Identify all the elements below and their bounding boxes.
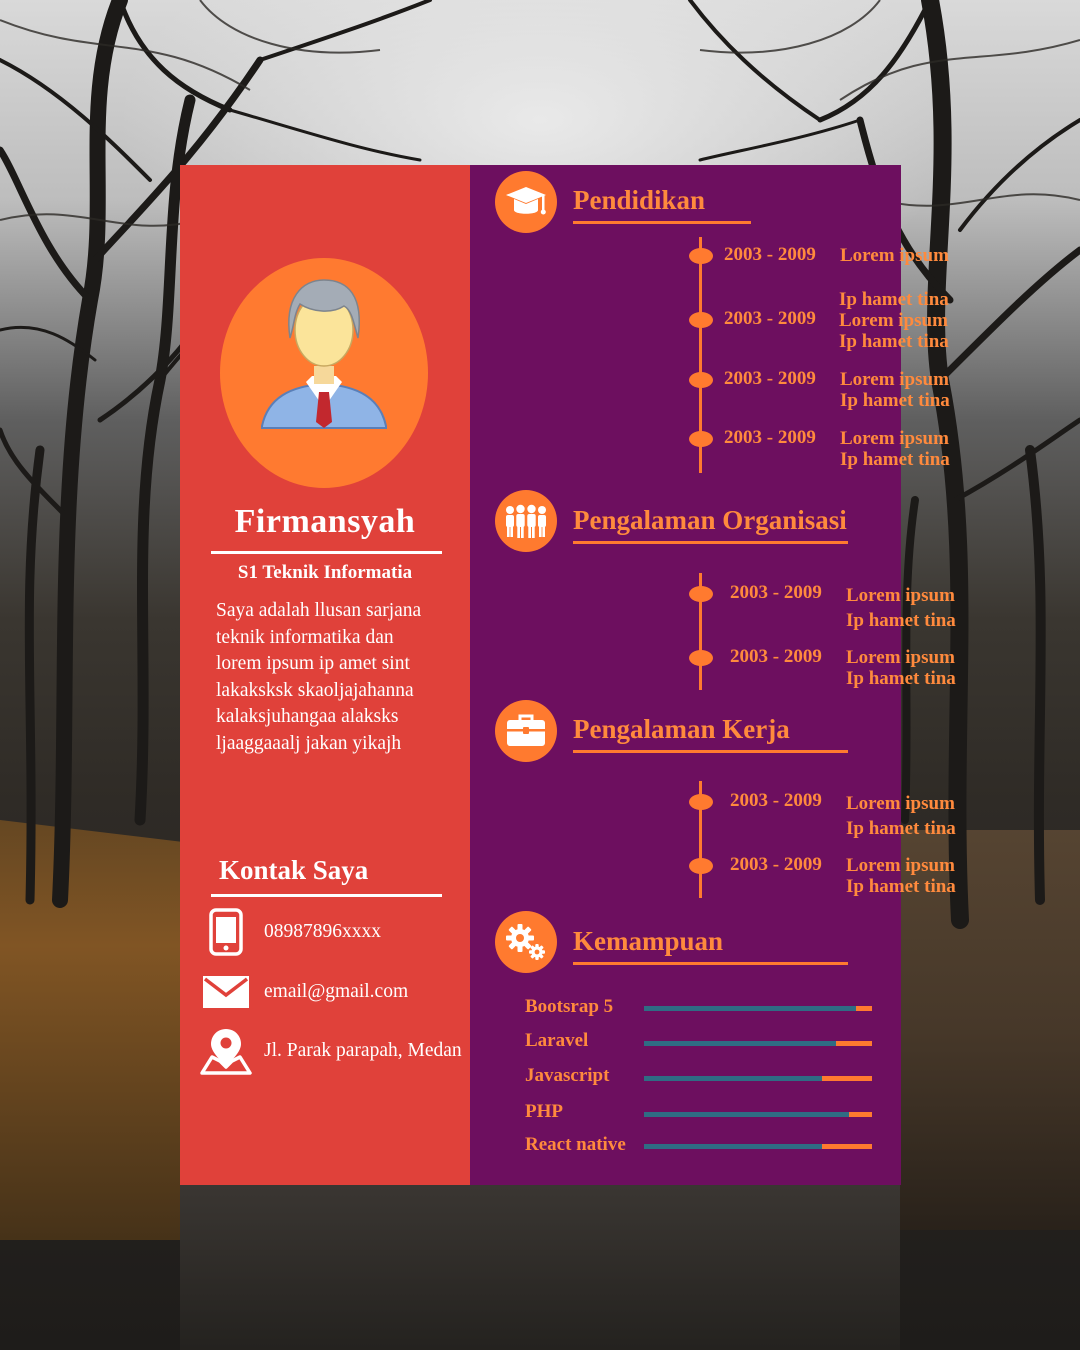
education-dot bbox=[689, 372, 713, 388]
education-dot bbox=[689, 431, 713, 447]
right-panel: Pendidikan 2003 - 2009 Lorem ipsum 2003 … bbox=[470, 165, 956, 1185]
organization-desc-line: Lorem ipsum bbox=[846, 647, 955, 668]
skill-label: PHP bbox=[525, 1101, 563, 1122]
organization-desc: Lorem ipsum Ip hamet tina bbox=[846, 647, 956, 689]
skill-bar-fill bbox=[644, 1006, 857, 1011]
skills-title: Kemampuan bbox=[573, 926, 724, 956]
organization-desc-line: Lorem ipsum bbox=[846, 585, 955, 606]
contact-phone: 08987896xxxx bbox=[200, 906, 381, 958]
education-desc-line: Lorem ipsum bbox=[839, 310, 948, 331]
contact-address: Jl. Parak parapah, Medan bbox=[200, 1025, 462, 1077]
education-desc: Lorem ipsum Ip hamet tina bbox=[840, 369, 950, 411]
work-dot bbox=[689, 794, 713, 810]
skill-label: Laravel bbox=[525, 1030, 589, 1051]
education-desc-line: Lorem ipsum bbox=[840, 369, 949, 390]
education-title: Pendidikan bbox=[573, 185, 706, 215]
work-desc-line: Ip hamet tina bbox=[846, 876, 956, 897]
education-desc-line: Lorem ipsum bbox=[840, 428, 949, 449]
about-line: kalaksjuhangaa alaksks bbox=[216, 706, 399, 727]
education-divider bbox=[573, 221, 751, 224]
work-year: 2003 - 2009 bbox=[730, 790, 822, 811]
education-dot bbox=[689, 312, 713, 328]
education-desc: Lorem ipsum bbox=[840, 245, 949, 266]
organization-title: Pengalaman Organisasi bbox=[573, 505, 847, 535]
gears-icon bbox=[495, 911, 557, 973]
education-year: 2003 - 2009 bbox=[724, 368, 816, 389]
education-desc-line: Ip hamet tina bbox=[839, 289, 949, 310]
organization-year: 2003 - 2009 bbox=[730, 582, 822, 603]
organization-dot bbox=[689, 586, 713, 602]
education-desc: Ip hamet tina Lorem ipsum Ip hamet tina bbox=[839, 289, 949, 352]
skill-bar-fill bbox=[644, 1144, 822, 1149]
phone-icon bbox=[200, 906, 252, 958]
contact-email-text: email@gmail.com bbox=[264, 981, 409, 1002]
contact-phone-text: 08987896xxxx bbox=[264, 921, 381, 942]
briefcase-icon bbox=[495, 700, 557, 762]
education-desc: Lorem ipsum Ip hamet tina bbox=[840, 428, 950, 470]
work-year: 2003 - 2009 bbox=[730, 854, 822, 875]
skill-bar bbox=[644, 1144, 872, 1149]
education-dot bbox=[689, 248, 713, 264]
work-dot bbox=[689, 858, 713, 874]
organization-divider bbox=[573, 541, 848, 544]
education-year: 2003 - 2009 bbox=[724, 308, 816, 329]
skill-label: React native bbox=[525, 1134, 626, 1155]
organization-desc-line: Ip hamet tina bbox=[846, 668, 956, 689]
profile-degree: S1 Teknik Informatia bbox=[237, 562, 413, 583]
work-desc-line: Ip hamet tina bbox=[846, 818, 956, 839]
about-line: ljaaggaaalj jakan yikajh bbox=[216, 732, 402, 754]
map-pin-icon bbox=[200, 1025, 252, 1077]
contact-email: email@gmail.com bbox=[200, 966, 408, 1018]
about-line: teknik informatika dan bbox=[216, 626, 394, 648]
skill-bar-fill bbox=[644, 1041, 836, 1046]
about-line: lakaksksk skaoljajahanna bbox=[216, 679, 414, 701]
education-desc-line: Lorem ipsum bbox=[840, 245, 949, 266]
education-desc-line: Ip hamet tina bbox=[839, 331, 949, 352]
skill-bar bbox=[644, 1041, 872, 1046]
graduation-cap-icon bbox=[495, 171, 557, 233]
skill-bar-fill bbox=[644, 1076, 822, 1081]
work-desc: Lorem ipsum Ip hamet tina bbox=[846, 791, 956, 841]
work-title: Pengalaman Kerja bbox=[573, 714, 790, 744]
about-text: Saya adalah llusan sarjana teknik inform… bbox=[216, 598, 456, 757]
organization-desc: Lorem ipsum Ip hamet tina bbox=[846, 583, 956, 633]
left-panel: Firmansyah S1 Teknik Informatia Saya ada… bbox=[180, 165, 470, 1185]
work-desc-line: Lorem ipsum bbox=[846, 793, 955, 814]
contact-address-text: Jl. Parak parapah, Medan bbox=[264, 1040, 462, 1061]
skill-bar bbox=[644, 1076, 872, 1081]
mail-icon bbox=[200, 966, 252, 1018]
work-divider bbox=[573, 750, 848, 753]
work-desc-line: Lorem ipsum bbox=[846, 855, 955, 876]
name-divider bbox=[211, 551, 442, 554]
group-icon bbox=[495, 490, 557, 552]
organization-dot bbox=[689, 650, 713, 666]
avatar-icon bbox=[220, 258, 428, 488]
resume-card: Firmansyah S1 Teknik Informatia Saya ada… bbox=[180, 165, 956, 1185]
about-line: lorem ipsum ip amet sint bbox=[216, 653, 410, 674]
education-year: 2003 - 2009 bbox=[724, 244, 816, 265]
education-desc-line: Ip hamet tina bbox=[840, 449, 950, 470]
skill-bar bbox=[644, 1006, 872, 1011]
contact-title: Kontak Saya bbox=[219, 855, 369, 885]
skills-divider bbox=[573, 962, 848, 965]
education-desc-line: Ip hamet tina bbox=[840, 390, 950, 411]
organization-year: 2003 - 2009 bbox=[730, 646, 822, 667]
education-year: 2003 - 2009 bbox=[724, 427, 816, 448]
about-line: Saya adalah llusan sarjana bbox=[216, 600, 422, 621]
skill-label: Javascript bbox=[525, 1065, 610, 1086]
work-desc: Lorem ipsum Ip hamet tina bbox=[846, 855, 956, 897]
skill-bar-fill bbox=[644, 1112, 850, 1117]
organization-desc-line: Ip hamet tina bbox=[846, 610, 956, 631]
profile-name: Firmansyah bbox=[234, 503, 416, 540]
contact-divider bbox=[211, 894, 442, 897]
skill-label: Bootsrap 5 bbox=[525, 996, 614, 1017]
skill-bar bbox=[644, 1112, 872, 1117]
